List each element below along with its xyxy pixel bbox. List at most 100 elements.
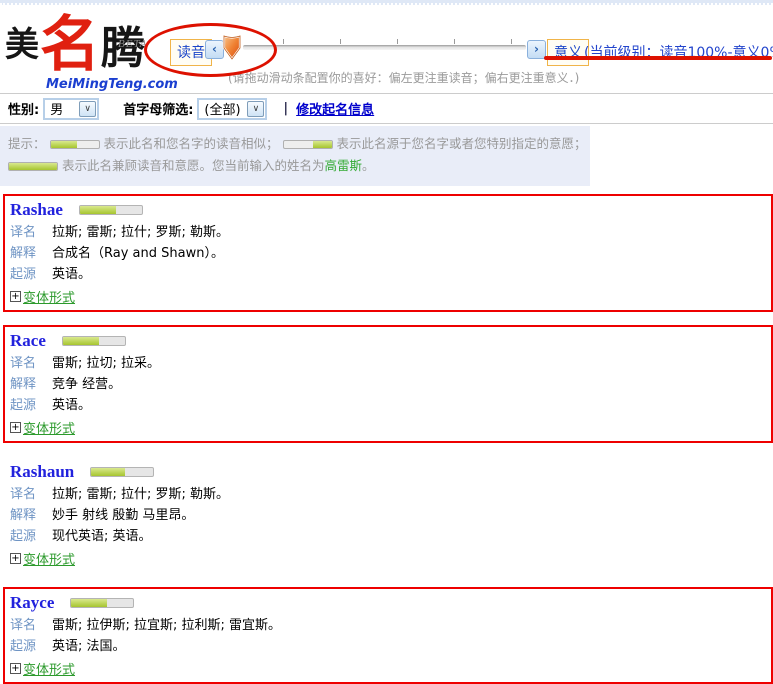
expand-plus-icon[interactable]: + (10, 422, 21, 433)
row-label: 解释 (10, 506, 42, 525)
slider-caption: (请拖动滑动条配置你的喜好：偏左更注重读音；偏右更注重意义．) (228, 69, 579, 86)
tip-line-2: 表示此名兼顾读音和意愿。您当前输入的姓名为高雷斯。 (8, 155, 590, 177)
tip-legend-1: 表示此名和您名字的读音相似； (104, 136, 279, 151)
initial-filter-select[interactable]: (全部) ∨ (197, 98, 267, 120)
entry-header: Race (10, 330, 761, 352)
variant-forms: + 变体形式 (10, 659, 761, 677)
entry-rows: 译名雷斯; 拉伊斯; 拉宜斯; 拉利斯; 雷宜斯。起源英语; 法国。 (10, 616, 761, 656)
entry-row: 译名拉斯; 雷斯; 拉什; 罗斯; 勒斯。 (10, 485, 761, 504)
expand-plus-icon[interactable]: + (10, 663, 21, 674)
row-label: 解释 (10, 375, 42, 394)
beta-badge: BETA (118, 38, 147, 50)
row-value: 拉斯; 雷斯; 拉什; 罗斯; 勒斯。 (52, 223, 229, 242)
entry-row: 起源现代英语; 英语。 (10, 527, 761, 546)
variant-forms: + 变体形式 (10, 287, 761, 305)
row-label: 起源 (10, 265, 42, 284)
gender-select[interactable]: 男 ∨ (43, 98, 99, 120)
match-progress-bar (70, 598, 134, 608)
gender-selected-value: 男 (45, 99, 79, 118)
row-value: 竞争 经营。 (52, 375, 121, 394)
entry-header: Rashaun (10, 461, 761, 483)
current-level-text: (当前级别：读音100%-意义0%) (584, 42, 773, 62)
expand-plus-icon[interactable]: + (10, 553, 21, 564)
row-label: 起源 (10, 396, 42, 415)
legend-bar-both (8, 162, 58, 171)
row-label: 译名 (10, 485, 42, 504)
name-title: Rashae (10, 200, 63, 220)
entry-rows: 译名拉斯; 雷斯; 拉什; 罗斯; 勒斯。解释合成名（Ray and Shawn… (10, 223, 761, 284)
variant-forms-link[interactable]: 变体形式 (23, 418, 75, 437)
row-label: 起源 (10, 527, 42, 546)
entry-row: 起源英语。 (10, 396, 761, 415)
variant-forms: + 变体形式 (10, 418, 761, 436)
row-value: 妙手 射线 殷勤 马里昂。 (52, 506, 194, 525)
entry-rows: 译名拉斯; 雷斯; 拉什; 罗斯; 勒斯。解释妙手 射线 殷勤 马里昂。起源现代… (10, 485, 761, 546)
entry-row: 译名拉斯; 雷斯; 拉什; 罗斯; 勒斯。 (10, 223, 761, 242)
row-label: 译名 (10, 223, 42, 242)
match-progress-bar (62, 336, 126, 346)
row-value: 雷斯; 拉伊斯; 拉宜斯; 拉利斯; 雷宜斯。 (52, 616, 281, 635)
name-entry: Rayce 译名雷斯; 拉伊斯; 拉宜斯; 拉利斯; 雷宜斯。起源英语; 法国。… (3, 587, 773, 684)
tip-suffix: 。 (362, 158, 375, 173)
row-value: 雷斯; 拉切; 拉采。 (52, 354, 160, 373)
expand-plus-icon[interactable]: + (10, 291, 21, 302)
name-title: Rayce (10, 593, 54, 613)
entry-row: 译名雷斯; 拉切; 拉采。 (10, 354, 761, 373)
preference-slider-track[interactable] (243, 45, 526, 50)
entry-row: 译名雷斯; 拉伊斯; 拉宜斯; 拉利斯; 雷宜斯。 (10, 616, 761, 635)
tip-prefix: 提示： (8, 136, 46, 151)
name-title: Rashaun (10, 462, 74, 482)
tip-box: 提示： 表示此名和您名字的读音相似； 表示此名源于您名字或者您特别指定的意愿； 表示… (0, 126, 590, 186)
logo-char-ming: 名 (40, 15, 100, 75)
initial-selected-value: (全部) (199, 99, 247, 118)
row-label: 解释 (10, 244, 42, 263)
logo-char-teng: 腾 (101, 27, 145, 75)
tip-legend-2: 表示此名源于您名字或者您特别指定的意愿； (337, 136, 587, 151)
site-domain: MeiMingTeng.com (46, 77, 178, 92)
tip-legend-3: 表示此名兼顾读音和意愿。您当前输入的姓名为 (62, 158, 325, 173)
slider-right-arrow-button[interactable]: › (527, 40, 546, 59)
gender-label: 性别: (8, 99, 39, 118)
name-entry: Rashaun 译名拉斯; 雷斯; 拉什; 罗斯; 勒斯。解释妙手 射线 殷勤 … (3, 456, 773, 574)
entry-row: 解释合成名（Ray and Shawn）。 (10, 244, 761, 263)
variant-forms-link[interactable]: 变体形式 (23, 549, 75, 568)
entry-row: 解释妙手 射线 殷勤 马里昂。 (10, 506, 761, 525)
header: 美 名 腾 BETA MeiMingTeng.com 读音 ‹ › 意义 (当前… (0, 5, 773, 93)
legend-bar-meaning (283, 140, 333, 149)
slider-tick (283, 39, 284, 44)
name-entry: Race 译名雷斯; 拉切; 拉采。解释竞争 经营。起源英语。 + 变体形式 (3, 325, 773, 443)
match-progress-bar (90, 467, 154, 477)
chevron-down-icon: ∨ (247, 101, 264, 117)
slider-shield-handle-icon[interactable] (221, 34, 243, 61)
row-value: 英语。 (52, 265, 91, 284)
row-value: 拉斯; 雷斯; 拉什; 罗斯; 勒斯。 (52, 485, 229, 504)
legend-bar-pronunciation (50, 140, 100, 149)
row-label: 译名 (10, 616, 42, 635)
variant-forms: + 变体形式 (10, 549, 761, 567)
variant-forms-link[interactable]: 变体形式 (23, 659, 75, 678)
name-entry: Rashae 译名拉斯; 雷斯; 拉什; 罗斯; 勒斯。解释合成名（Ray an… (3, 194, 773, 312)
slider-tick (511, 39, 512, 44)
edit-naming-info-link[interactable]: 修改起名信息 (296, 99, 374, 118)
slider-tick (454, 39, 455, 44)
name-title: Race (10, 331, 46, 351)
slider-tick (340, 39, 341, 44)
slider-tick (397, 39, 398, 44)
entry-header: Rayce (10, 592, 761, 614)
entry-row: 解释竞争 经营。 (10, 375, 761, 394)
filter-bar: 性别: 男 ∨ 首字母筛选: (全部) ∨ | 修改起名信息 (0, 93, 773, 124)
entry-rows: 译名雷斯; 拉切; 拉采。解释竞争 经营。起源英语。 (10, 354, 761, 415)
current-surname: 高雷斯 (325, 158, 363, 173)
match-progress-bar (79, 205, 143, 215)
row-value: 现代英语; 英语。 (52, 527, 152, 546)
chevron-down-icon: ∨ (79, 101, 96, 117)
separator: | (283, 101, 288, 116)
entry-header: Rashae (10, 199, 761, 221)
variant-forms-link[interactable]: 变体形式 (23, 287, 75, 306)
name-entry-list: Rashae 译名拉斯; 雷斯; 拉什; 罗斯; 勒斯。解释合成名（Ray an… (3, 194, 773, 684)
row-value: 合成名（Ray and Shawn）。 (52, 244, 224, 263)
row-label: 译名 (10, 354, 42, 373)
meaning-label: 意义 (547, 39, 589, 66)
tip-line-1: 提示： 表示此名和您名字的读音相似； 表示此名源于您名字或者您特别指定的意愿； (8, 133, 590, 155)
row-value: 英语。 (52, 396, 91, 415)
